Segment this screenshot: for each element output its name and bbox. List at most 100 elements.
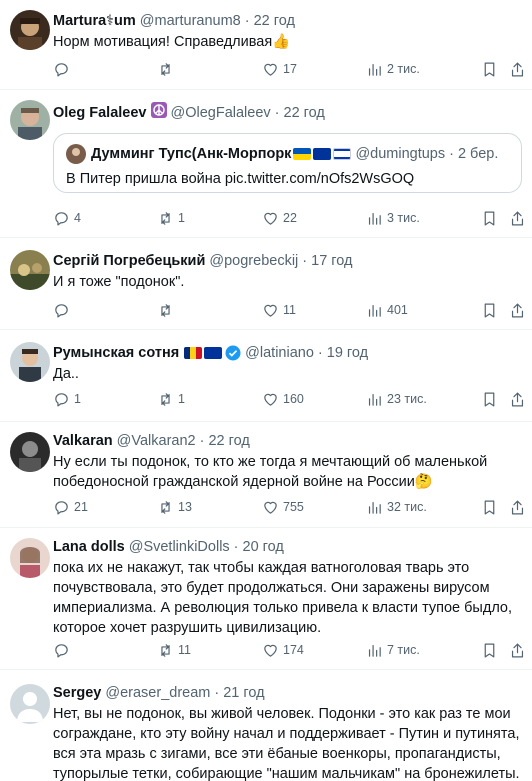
like-button[interactable]: 22	[262, 208, 297, 228]
author-name[interactable]: Oleg Falaleev	[53, 104, 147, 122]
bookmark-button[interactable]	[481, 640, 498, 660]
views-button[interactable]: 23 тис.	[366, 389, 427, 409]
bookmark-button[interactable]	[481, 59, 498, 79]
view-count: 401	[387, 303, 408, 317]
avatar[interactable]	[10, 684, 50, 724]
like-count: 11	[283, 303, 296, 317]
retweet-button[interactable]	[157, 300, 178, 320]
views-button[interactable]: 32 тис.	[366, 497, 427, 517]
retweet-button[interactable]: 1	[157, 208, 185, 228]
avatar[interactable]	[10, 100, 50, 140]
tweet[interactable]: Martura⚕um @marturanum8 · 22 год Норм мо…	[0, 0, 532, 90]
bookmark-button[interactable]	[481, 300, 498, 320]
reply-button[interactable]	[53, 59, 74, 79]
avatar[interactable]	[10, 342, 50, 382]
author-handle[interactable]: @SvetlinkiDolls	[129, 538, 230, 556]
reply-button[interactable]: 21	[53, 497, 88, 517]
reply-button[interactable]	[53, 300, 74, 320]
retweet-button[interactable]: 11	[157, 640, 191, 660]
retweet-button[interactable]	[157, 59, 178, 79]
timestamp[interactable]: 22 год	[284, 104, 325, 122]
separator-dot: ·	[274, 104, 280, 121]
tweet[interactable]: Сергій Погребецький @pogrebeckij · 17 го…	[0, 238, 532, 330]
retweet-icon	[161, 211, 170, 225]
author-handle[interactable]: @latiniano	[245, 344, 314, 362]
share-button[interactable]	[509, 640, 526, 660]
action-bar: 11 401	[53, 300, 524, 320]
bookmark-button[interactable]	[481, 497, 498, 517]
avatar[interactable]	[10, 432, 50, 472]
share-button[interactable]	[509, 497, 526, 517]
avatar[interactable]	[10, 538, 50, 578]
author-handle[interactable]: @Valkaran2	[117, 432, 196, 450]
tweet[interactable]: Румынская сотня @latiniano · 19 год Да..…	[0, 330, 532, 422]
reply-icon	[55, 643, 68, 657]
tweet-text: И я тоже "подонок".	[53, 274, 185, 290]
tweet[interactable]: Lana dolls @SvetlinkiDolls · 20 год пока…	[0, 528, 532, 670]
timestamp[interactable]: 17 год	[311, 252, 352, 270]
author-name[interactable]: Sergey	[53, 684, 101, 702]
author-name[interactable]: Lana dolls	[53, 538, 125, 556]
timestamp[interactable]: 20 год	[243, 538, 284, 556]
retweet-button[interactable]: 1	[157, 389, 185, 409]
views-button[interactable]: 7 тис.	[366, 640, 420, 660]
bookmark-button[interactable]	[481, 389, 498, 409]
view-count: 2 тис.	[387, 62, 420, 76]
author-handle[interactable]: @eraser_dream	[105, 684, 210, 702]
reply-button[interactable]: 1	[53, 389, 81, 409]
retweet-count: 13	[178, 500, 192, 514]
avatar[interactable]	[10, 250, 50, 290]
reply-icon	[55, 211, 68, 225]
views-button[interactable]: 2 тис.	[366, 59, 420, 79]
heart-icon	[264, 644, 277, 657]
author-handle[interactable]: @marturanum8	[140, 12, 241, 30]
author-name[interactable]: Румынская сотня	[53, 344, 179, 362]
views-button[interactable]: 401	[366, 300, 408, 320]
like-button[interactable]: 17	[262, 59, 297, 79]
like-button[interactable]: 11	[262, 300, 296, 320]
share-button[interactable]	[509, 208, 526, 228]
heart-icon	[264, 212, 277, 225]
share-button[interactable]	[509, 389, 526, 409]
author-handle[interactable]: @OlegFalaleev	[171, 104, 271, 122]
reply-button[interactable]	[53, 640, 74, 660]
timestamp[interactable]: 22 год	[208, 432, 249, 450]
tweet[interactable]: Sergey @eraser_dream · 21 год Нет, вы не…	[0, 670, 532, 781]
avatar[interactable]	[10, 10, 50, 50]
eu-flag-icon	[204, 347, 223, 359]
bookmark-button[interactable]	[481, 208, 498, 228]
views-icon	[368, 304, 381, 317]
quoted-tweet[interactable]: Думминг Тупс(Анк-Морпорк @dumingtups · 2…	[53, 133, 522, 193]
like-count: 755	[283, 500, 304, 514]
views-icon	[368, 63, 381, 76]
author-handle[interactable]: @pogrebeckij	[209, 252, 298, 270]
quoted-author-handle: @dumingtups	[355, 146, 446, 162]
retweet-button[interactable]: 13	[157, 497, 192, 517]
share-button[interactable]	[509, 59, 526, 79]
views-button[interactable]: 3 тис.	[366, 208, 420, 228]
retweet-count: 11	[178, 643, 191, 657]
quoted-avatar	[66, 144, 86, 164]
share-icon	[511, 62, 524, 76]
timestamp[interactable]: 19 год	[327, 344, 368, 362]
like-button[interactable]: 755	[262, 497, 304, 517]
bookmark-icon	[484, 643, 495, 657]
tweet[interactable]: Oleg Falaleev @OlegFalaleev · 22 год Дум…	[0, 90, 532, 238]
view-count: 7 тис.	[387, 643, 420, 657]
action-bar: 1 1 160 23 тис.	[53, 389, 524, 409]
bookmark-icon	[484, 392, 495, 406]
author-name[interactable]: Valkaran	[53, 432, 113, 450]
quoted-timestamp: 2 бер.	[457, 146, 499, 162]
reply-icon	[55, 392, 68, 406]
author-name[interactable]: Сергій Погребецький	[53, 252, 205, 270]
view-count: 3 тис.	[387, 211, 420, 225]
tweet[interactable]: Valkaran @Valkaran2 · 22 год Ну если ты …	[0, 422, 532, 528]
like-button[interactable]: 174	[262, 640, 304, 660]
timestamp[interactable]: 21 год	[223, 684, 264, 702]
timestamp[interactable]: 22 год	[254, 12, 295, 30]
reply-count: 21	[74, 500, 88, 514]
share-button[interactable]	[509, 300, 526, 320]
author-name[interactable]: Martura⚕um	[53, 12, 136, 30]
like-button[interactable]: 160	[262, 389, 304, 409]
reply-button[interactable]: 4	[53, 208, 81, 228]
